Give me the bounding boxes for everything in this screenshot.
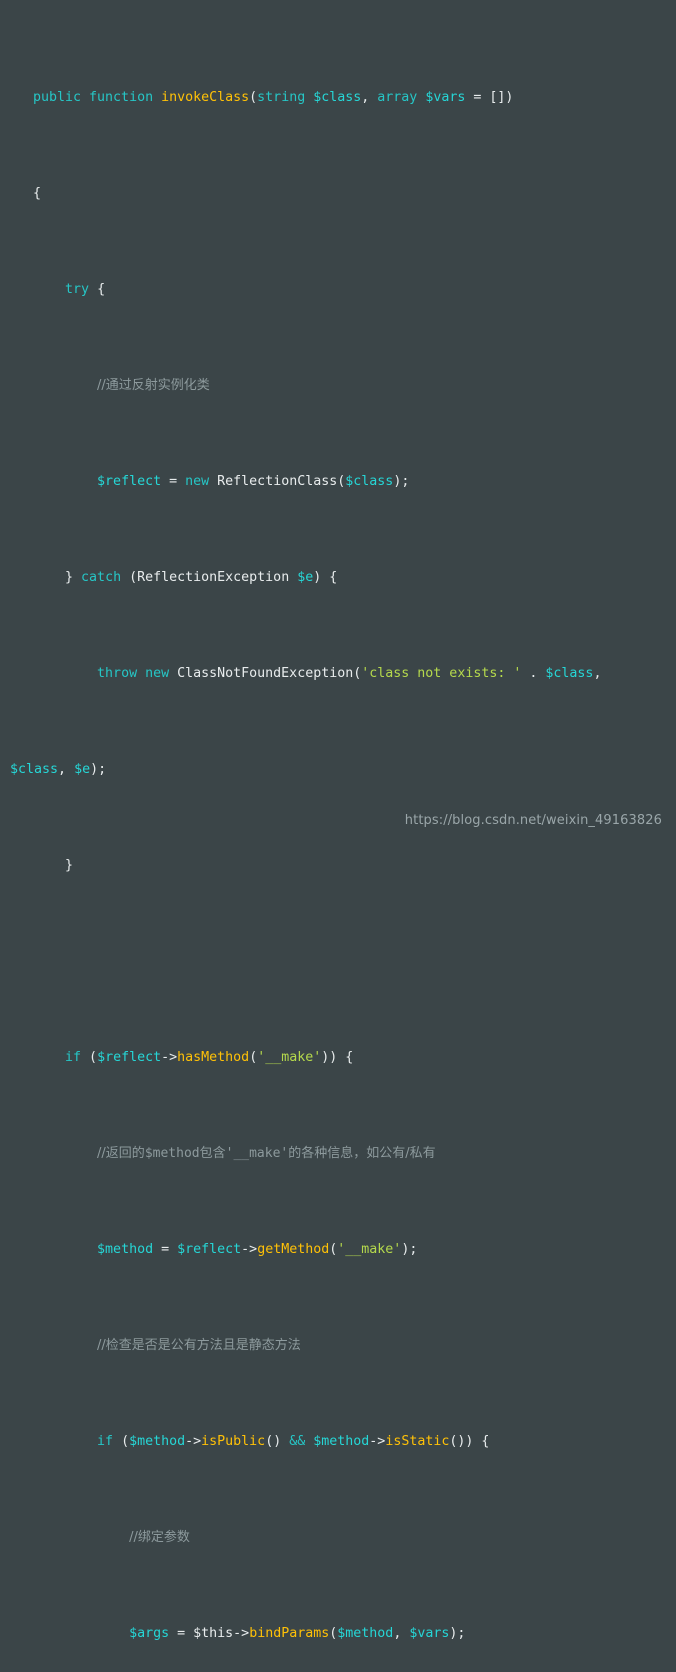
- code-line-5: $reflect = new ReflectionClass($class);: [97, 474, 410, 489]
- code-line-4: //通过反射实例化类: [97, 378, 210, 393]
- watermark-url: https://blog.csdn.net/weixin_49163826: [404, 813, 662, 828]
- code-line-17: $args = $this->bindParams($method, $vars…: [129, 1626, 466, 1641]
- code-line-1: public function invokeClass(string $clas…: [33, 90, 514, 105]
- code-line-13: $method = $reflect->getMethod('__make');: [97, 1242, 418, 1257]
- code-line-9: }: [33, 858, 74, 873]
- code-line-15: if ($method->isPublic() && $method->isSt…: [97, 1434, 490, 1449]
- code-line-11: if ($reflect->hasMethod('__make')) {: [65, 1050, 354, 1065]
- code-line-6: } catch (ReflectionException $e) {: [33, 570, 338, 585]
- code-listing: public function invokeClass(string $clas…: [0, 14, 676, 1672]
- code-line-8: $class, $e);: [10, 762, 107, 777]
- code-line-2: {: [33, 186, 42, 201]
- code-screenshot: public function invokeClass(string $clas…: [0, 0, 676, 1641]
- code-line-3: try {: [65, 282, 106, 297]
- code-line-16: //绑定参数: [129, 1530, 190, 1545]
- code-line-7: throw new ClassNotFoundException('class …: [97, 666, 602, 681]
- code-line-14: //检查是否是公有方法且是静态方法: [97, 1338, 301, 1353]
- code-line-12: //返回的$method包含'__make'的各种信息，如公有/私有: [97, 1146, 436, 1161]
